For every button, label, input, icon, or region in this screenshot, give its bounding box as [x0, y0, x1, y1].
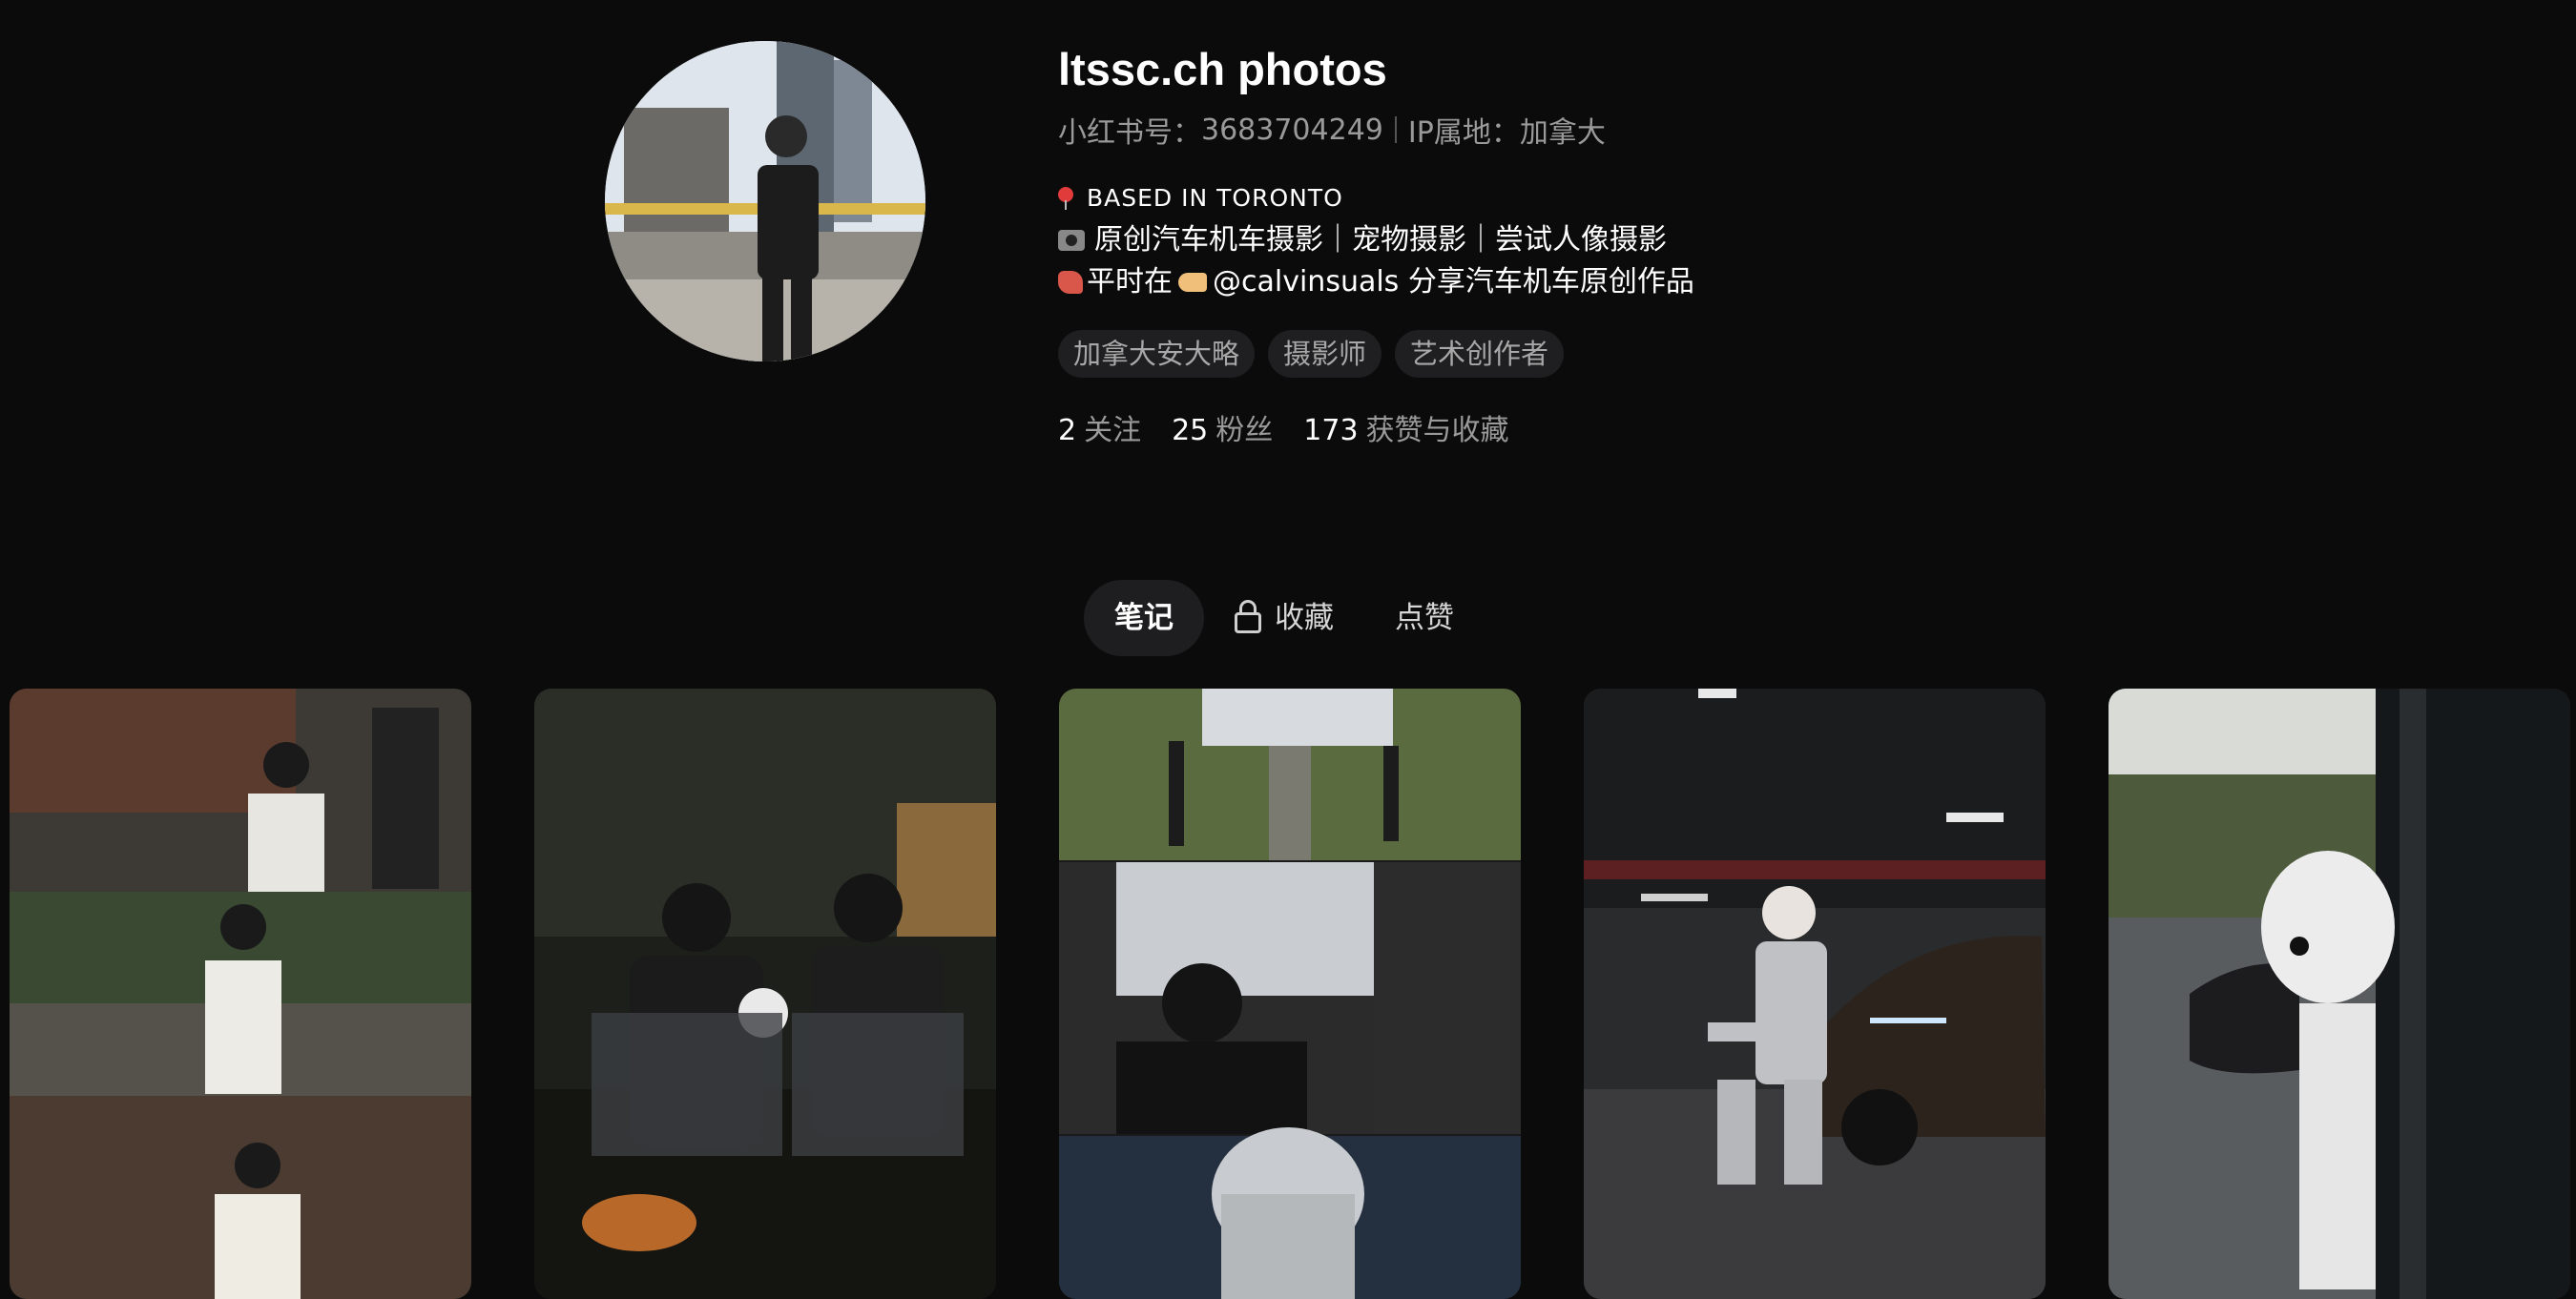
tab-likes-label: 点赞	[1395, 601, 1454, 635]
tab-collections[interactable]: 收藏	[1204, 580, 1364, 656]
note-image	[534, 689, 996, 1299]
ip-location: 加拿大	[1519, 116, 1606, 150]
bio-line-2: 原创汽车机车摄影｜宠物摄影｜尝试人像摄影	[1094, 223, 1667, 257]
note-image	[1059, 689, 1521, 1299]
note-image	[1584, 689, 2046, 1299]
avatar-photo	[605, 41, 925, 361]
note-card[interactable]	[1059, 689, 1521, 1299]
bio-line-3a: 平时在	[1087, 265, 1173, 299]
stat-following-value: 2	[1058, 414, 1077, 447]
stat-following-label: 关注	[1084, 414, 1142, 447]
note-card[interactable]	[2109, 689, 2570, 1299]
stat-following[interactable]: 2 关注	[1058, 406, 1141, 448]
content-tabs: 笔记 收藏 点赞	[1084, 580, 1485, 656]
red-id: 3683704249	[1201, 113, 1383, 147]
lock-icon	[1235, 600, 1261, 633]
note-card[interactable]	[10, 689, 471, 1299]
profile-tags: 加拿大安大略 摄影师 艺术创作者	[1058, 330, 1694, 378]
note-card[interactable]	[1584, 689, 2046, 1299]
tag-artist[interactable]: 艺术创作者	[1395, 330, 1565, 378]
stat-followers[interactable]: 25 粉丝	[1172, 406, 1273, 448]
pin-icon	[1058, 187, 1073, 210]
tab-notes[interactable]: 笔记	[1084, 580, 1204, 656]
pointing-hand-icon	[1178, 273, 1207, 292]
profile-bio: BASED IN TORONTO 原创汽车机车摄影｜宠物摄影｜尝试人像摄影 平时…	[1058, 177, 1694, 303]
bio-line-1: BASED IN TORONTO	[1087, 184, 1343, 212]
tag-photographer[interactable]: 摄影师	[1268, 330, 1382, 378]
tab-notes-label: 笔记	[1114, 601, 1174, 635]
bio-line-3b: @calvinsuals 分享汽车机车原创作品	[1213, 265, 1694, 299]
camera-icon	[1058, 230, 1085, 251]
ip-label: IP属地：	[1407, 116, 1520, 150]
note-card[interactable]	[534, 689, 996, 1299]
meta-divider	[1394, 116, 1397, 143]
stat-likes[interactable]: 173 获赞与收藏	[1303, 406, 1508, 448]
party-popper-icon	[1058, 271, 1083, 294]
tag-location[interactable]: 加拿大安大略	[1058, 330, 1256, 378]
profile-stats: 2 关注 25 粉丝 173 获赞与收藏	[1058, 406, 1694, 448]
note-image	[2109, 689, 2570, 1299]
stat-likes-label: 获赞与收藏	[1365, 414, 1509, 447]
tab-likes[interactable]: 点赞	[1364, 580, 1485, 656]
avatar[interactable]	[605, 41, 925, 361]
profile-info: ltssc.ch photos 小红书号： 3683704249 IP属地： 加…	[1058, 38, 1694, 448]
stat-followers-value: 25	[1172, 414, 1209, 447]
stat-followers-label: 粉丝	[1215, 414, 1274, 447]
notes-grid	[10, 689, 2576, 1299]
tab-collections-label: 收藏	[1275, 601, 1334, 635]
note-image	[10, 689, 471, 1299]
profile-name: ltssc.ch photos	[1058, 44, 1387, 94]
profile-meta: 小红书号： 3683704249 IP属地： 加拿大	[1058, 109, 1694, 151]
stat-likes-value: 173	[1303, 414, 1359, 447]
red-id-label: 小红书号：	[1058, 116, 1201, 150]
